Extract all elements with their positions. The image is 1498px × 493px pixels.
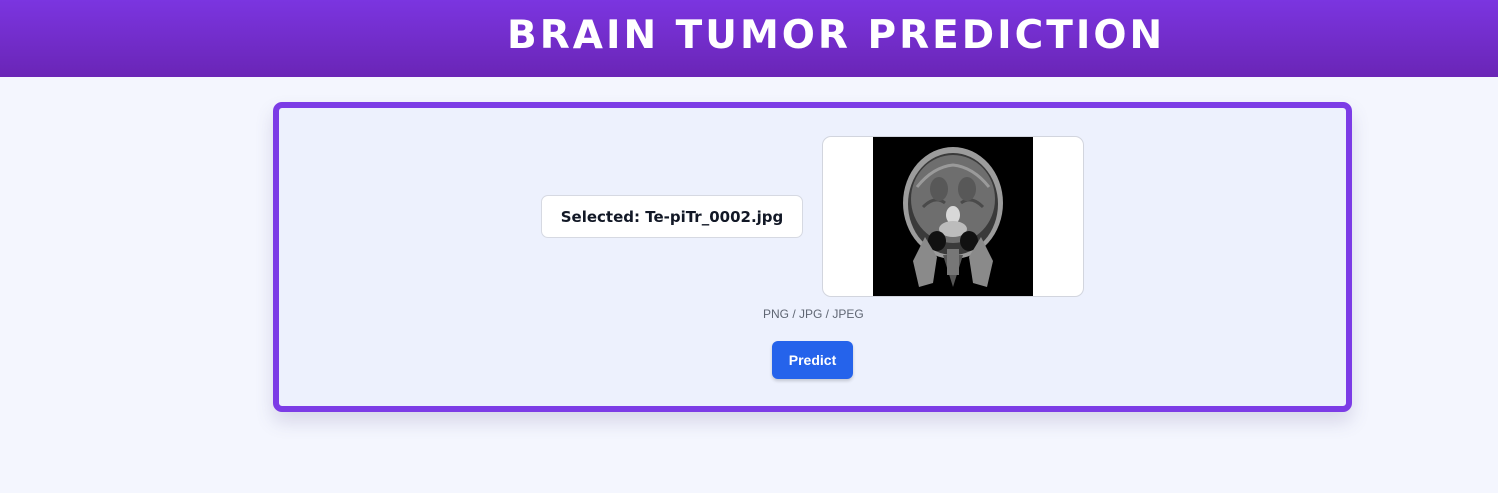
file-format-hint: PNG / JPG / JPEG — [763, 307, 864, 321]
app-header: BRAIN TUMOR PREDICTION — [0, 0, 1498, 77]
brain-mri-image — [873, 137, 1033, 296]
predict-button[interactable]: Predict — [772, 341, 853, 379]
image-preview — [822, 136, 1084, 297]
page-title: BRAIN TUMOR PREDICTION — [507, 13, 1166, 58]
selected-file-label[interactable]: Selected: Te-piTr_0002.jpg — [541, 195, 803, 238]
